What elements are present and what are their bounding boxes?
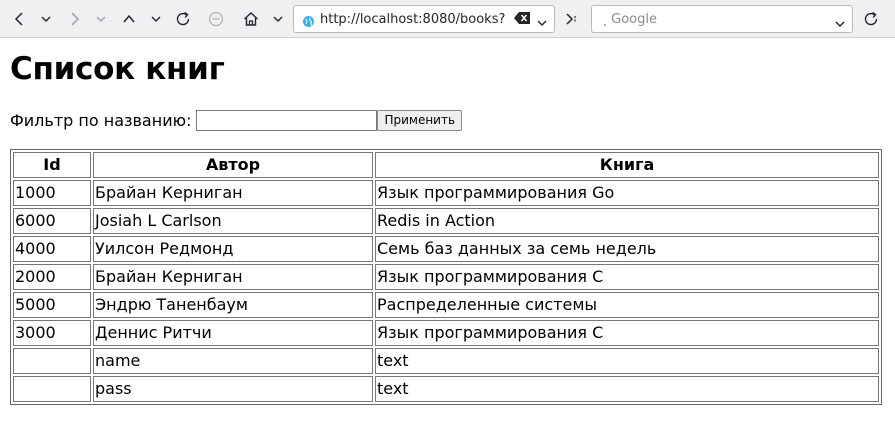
table-row: 5000 Эндрю Таненбаум Распределенные сист… (13, 292, 879, 318)
filter-form: Фильтр по названию: Применить (10, 109, 885, 131)
cell-author: Брайан Керниган (93, 180, 373, 206)
search-reload-icon[interactable] (861, 8, 881, 30)
cell-book: Redis in Action (375, 208, 879, 234)
table-row: 6000 Josiah L Carlson Redis in Action (13, 208, 879, 234)
url-text[interactable]: http://localhost:8080/books?na (320, 12, 506, 28)
cell-id (13, 348, 91, 374)
reload-icon[interactable] (173, 8, 193, 30)
globe-icon (302, 13, 315, 32)
header-book: Книга (375, 152, 879, 178)
cell-book: Распределенные системы (375, 292, 879, 318)
cell-book: Язык программирования Go (375, 180, 879, 206)
cell-book: Семь баз данных за семь недель (375, 236, 879, 262)
table-header-row: Id Автор Книга (13, 152, 879, 178)
header-id: Id (13, 152, 91, 178)
cell-author: name (93, 348, 373, 374)
page-title: Список книг (10, 51, 225, 87)
search-bar[interactable]: ⸼ Google (591, 5, 853, 33)
books-table: Id Автор Книга 1000 Брайан Керниган Язык… (10, 149, 882, 405)
cell-id: 2000 (13, 264, 91, 290)
cell-id: 3000 (13, 320, 91, 346)
cell-book: text (375, 348, 879, 374)
table-row: pass text (13, 376, 879, 402)
forward-icon[interactable] (64, 8, 84, 30)
filter-input[interactable] (196, 109, 378, 131)
cell-book: Язык программирования C (375, 320, 879, 346)
cell-author: pass (93, 376, 373, 402)
cell-book: text (375, 376, 879, 402)
search-placeholder[interactable]: ⸼ Google (604, 12, 657, 28)
clear-url-icon[interactable] (514, 9, 530, 28)
scroll-down-icon[interactable] (146, 8, 166, 30)
home-icon[interactable] (241, 8, 261, 30)
cell-id: 6000 (13, 208, 91, 234)
cell-id: 1000 (13, 180, 91, 206)
table-row: 4000 Уилсон Редмонд Семь баз данных за с… (13, 236, 879, 262)
cell-author: Уилсон Редмонд (93, 236, 373, 262)
header-author: Автор (93, 152, 373, 178)
cell-id: 5000 (13, 292, 91, 318)
cell-author: Брайан Керниган (93, 264, 373, 290)
cell-id: 4000 (13, 236, 91, 262)
browser-toolbar: http://localhost:8080/books?na ⸼ Google (0, 0, 895, 38)
url-dropdown-icon[interactable] (536, 12, 548, 31)
table-row: 3000 Деннис Ритчи Язык программирования … (13, 320, 879, 346)
scroll-up-icon[interactable] (119, 8, 139, 30)
home-menu-icon[interactable] (268, 8, 288, 30)
table-row: name text (13, 348, 879, 374)
filter-label: Фильтр по названию: (10, 110, 192, 130)
back-history-icon[interactable] (36, 8, 56, 30)
page-content: Список книг Фильтр по названию: Применит… (10, 38, 885, 405)
cell-author: Деннис Ритчи (93, 320, 373, 346)
cell-author: Josiah L Carlson (93, 208, 373, 234)
cell-id (13, 376, 91, 402)
cell-book: Язык программирования C (375, 264, 879, 290)
stop-icon[interactable] (206, 8, 226, 30)
forward-history-icon[interactable] (91, 8, 111, 30)
go-icon[interactable] (562, 8, 582, 30)
table-row: 2000 Брайан Керниган Язык программирован… (13, 264, 879, 290)
search-dropdown-icon[interactable] (834, 14, 846, 33)
table-row: 1000 Брайан Керниган Язык программирован… (13, 180, 879, 206)
apply-button[interactable]: Применить (377, 109, 463, 131)
cell-author: Эндрю Таненбаум (93, 292, 373, 318)
back-icon[interactable] (10, 8, 30, 30)
